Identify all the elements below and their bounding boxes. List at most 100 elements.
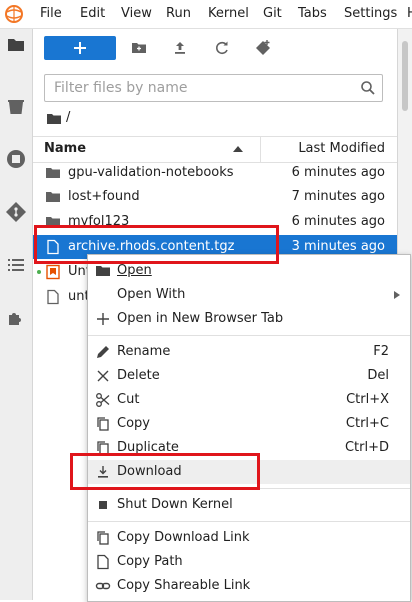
pencil-icon [95, 344, 111, 360]
jupyter-logo[interactable] [4, 4, 24, 24]
listing-header: Name Last Modified [33, 136, 397, 163]
menu-item-copy-path[interactable]: Copy Path [88, 550, 410, 574]
menu-item-label: Copy Shareable Link [117, 578, 251, 593]
file-name: archive.rhods.content.tgz [68, 239, 235, 254]
name-column-header[interactable]: Name [44, 141, 86, 156]
menu-item-label: Shut Down Kernel [117, 497, 233, 512]
menu-item-open[interactable]: Open [88, 259, 410, 283]
menu-item-copy[interactable]: Copy Ctrl+C [88, 412, 410, 436]
refresh-icon [216, 41, 228, 55]
menu-item-shortcut: Ctrl+D [344, 440, 389, 455]
folder-icon [95, 263, 111, 279]
menu-item-label: Copy [117, 416, 150, 431]
menu-separator [88, 488, 410, 489]
menu-separator [88, 335, 410, 336]
menu-item-shortcut: Ctrl+X [346, 392, 389, 407]
menu-item-duplicate[interactable]: Duplicate Ctrl+D [88, 436, 410, 460]
new-folder-icon [132, 43, 146, 53]
menu-item-open-new-tab[interactable]: Open in New Browser Tab [88, 307, 410, 331]
menu-edit[interactable]: Edit [80, 0, 105, 28]
menu-item-shortcut: Del [367, 368, 389, 383]
menu-item-label: Rename [117, 344, 171, 359]
git-clone-icon [256, 40, 270, 55]
menu-item-shortcut: Ctrl+C [345, 416, 389, 431]
menu-view[interactable]: View [121, 0, 152, 28]
menu-item-rename[interactable]: Rename F2 [88, 340, 410, 364]
folder-icon[interactable] [4, 33, 28, 57]
menu-item-label: Download [117, 464, 182, 479]
plus-icon [74, 42, 86, 54]
menu-settings[interactable]: Settings [344, 0, 397, 28]
menu-item-copy-download-link[interactable]: Copy Download Link [88, 526, 410, 550]
menu-item-label: Open With [117, 287, 186, 302]
menu-item-label: Delete [117, 368, 160, 383]
activity-bar [0, 29, 33, 600]
menu-bar: File Edit View Run Kernel Git Tabs Setti… [0, 0, 412, 29]
extension-puzzle-icon[interactable] [4, 306, 28, 330]
new-folder-button[interactable] [126, 36, 152, 60]
modified-column-header[interactable]: Last Modified [298, 141, 385, 156]
upload-icon [175, 42, 185, 54]
file-icon [45, 239, 61, 255]
menu-item-label: Copy Path [117, 554, 183, 569]
new-launcher-button[interactable] [44, 36, 116, 60]
menu-item-cut[interactable]: Cut Ctrl+X [88, 388, 410, 412]
sort-ascending-icon[interactable] [232, 144, 244, 154]
filter-input[interactable] [54, 78, 354, 98]
scissors-icon [95, 392, 111, 408]
file-modified: 6 minutes ago [291, 214, 385, 229]
menu-item-label: Open [117, 263, 152, 278]
menu-item-download[interactable]: Download [88, 460, 410, 484]
menu-item-shortcut: F2 [373, 344, 389, 359]
notebook-icon [45, 264, 61, 280]
menu-item-open-with[interactable]: Open With [88, 283, 410, 307]
file-modified: 3 minutes ago [291, 239, 385, 254]
file-modified: 6 minutes ago [291, 165, 385, 180]
trash-icon[interactable] [4, 95, 28, 119]
menu-item-label: Open in New Browser Tab [117, 311, 284, 326]
menu-file[interactable]: File [40, 0, 62, 28]
refresh-button[interactable] [209, 36, 235, 60]
column-divider [260, 137, 261, 162]
list-item[interactable]: lost+found 7 minutes ago [33, 185, 397, 209]
plus-icon [95, 311, 111, 327]
menu-item-shutdown-kernel[interactable]: Shut Down Kernel [88, 493, 410, 517]
file-name: myfol123 [68, 214, 130, 229]
file-icon [45, 289, 61, 305]
file-name: lost+found [68, 189, 140, 204]
breadcrumb-root[interactable]: / [66, 110, 70, 125]
folder-icon [45, 165, 61, 181]
git-clone-button[interactable] [250, 36, 276, 60]
stop-icon [95, 497, 111, 513]
folder-icon [45, 214, 61, 230]
close-icon [95, 368, 111, 384]
menu-item-label: Duplicate [117, 440, 179, 455]
folder-icon[interactable] [46, 111, 62, 127]
menu-help[interactable]: H [407, 0, 412, 28]
list-item[interactable]: gpu-validation-notebooks 6 minutes ago [33, 161, 397, 185]
scrollbar-thumb[interactable] [402, 41, 408, 111]
context-menu: Open Open With Open in New Browser Tab R… [87, 254, 411, 602]
table-of-contents-icon[interactable] [4, 253, 28, 277]
running-indicator [37, 270, 41, 274]
folder-icon [45, 189, 61, 205]
submenu-arrow-icon [394, 291, 400, 299]
upload-button[interactable] [167, 36, 193, 60]
running-sessions-icon[interactable] [4, 147, 28, 171]
menu-item-delete[interactable]: Delete Del [88, 364, 410, 388]
menu-kernel[interactable]: Kernel [208, 0, 249, 28]
filter-box [44, 74, 383, 102]
list-item[interactable]: myfol123 6 minutes ago [33, 210, 397, 234]
menu-run[interactable]: Run [166, 0, 191, 28]
menu-git[interactable]: Git [263, 0, 282, 28]
file-modified: 7 minutes ago [291, 189, 385, 204]
menu-item-copy-shareable-link[interactable]: Copy Shareable Link [88, 574, 410, 598]
git-icon[interactable] [4, 200, 28, 224]
link-icon [95, 578, 111, 594]
menu-tabs[interactable]: Tabs [298, 0, 327, 28]
copy-icon [95, 440, 111, 456]
menu-item-label: Cut [117, 392, 140, 407]
file-icon [95, 554, 111, 570]
download-icon [95, 464, 111, 480]
menu-separator [88, 521, 410, 522]
